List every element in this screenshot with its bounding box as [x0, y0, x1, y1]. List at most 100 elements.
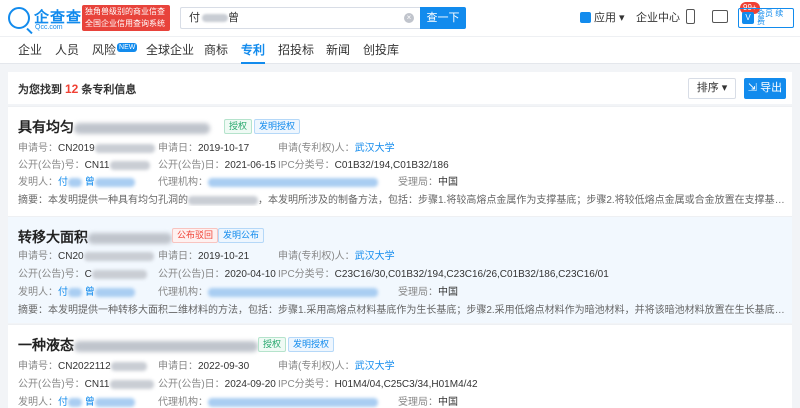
- nav-item-global[interactable]: 全球企业: [146, 37, 194, 64]
- patent-card[interactable]: 转移大面积 公布驳回 发明公布 申请号：CN20 申请日：2019-10-21 …: [8, 216, 792, 323]
- office: 中国: [438, 397, 458, 408]
- status-tag: 公布驳回: [172, 228, 219, 243]
- vip-button[interactable]: V 会员 续费: [738, 8, 794, 28]
- abstract-label: 摘要：: [18, 195, 48, 206]
- blur: [68, 177, 82, 187]
- nav-item-risk[interactable]: 风险 NEW: [92, 37, 138, 64]
- abstract-text-2: ，本发明所涉及的制备方法，包括：步骤1.将较高熔点金属作为支撑基底；步骤2.将较…: [258, 195, 788, 206]
- office-label: 受理局：: [398, 287, 438, 298]
- abstract-text: 本发明提供一种转移大面积二维材料的方法，包括：步骤1.采用高熔点材料基底作为生长…: [48, 305, 788, 316]
- title-blur: [74, 122, 210, 134]
- blur: [188, 195, 258, 205]
- nav-item-vc[interactable]: 创投库: [363, 37, 399, 64]
- blur: [68, 287, 82, 297]
- inventor-link[interactable]: 曾: [85, 397, 95, 408]
- blur: [91, 269, 147, 279]
- agency-label: 代理机构：: [158, 287, 208, 298]
- export-label: 导出: [760, 82, 783, 94]
- patent-card[interactable]: 具有均匀 授权 发明授权 申请号：CN2019 申请日：2019-10-17 申…: [8, 106, 792, 216]
- applicant-label: 申请(专利权)人：: [278, 143, 355, 154]
- office-label: 受理局：: [398, 397, 438, 408]
- type-tag: 发明授权: [254, 119, 301, 134]
- patent-title[interactable]: 具有均匀: [18, 117, 210, 137]
- applicant-link[interactable]: 武汉大学: [355, 251, 395, 262]
- result-prefix: 为您找到: [18, 84, 62, 96]
- vip-icon: V: [742, 12, 754, 24]
- export-button[interactable]: ⇲ 导出: [744, 78, 786, 99]
- pub-no-label: 公开(公告)号：: [18, 379, 85, 390]
- applicant-link[interactable]: 武汉大学: [355, 361, 395, 372]
- blur: [94, 397, 135, 407]
- nav-item-patent[interactable]: 专利: [241, 37, 266, 64]
- top-header: 企查查 Qcc.com 独角兽级别的商业信查 全国企业信用查询系统 付曾 × 查…: [0, 0, 800, 36]
- patent-title-text: 转移大面积: [18, 229, 88, 245]
- applicant-link[interactable]: 武汉大学: [355, 143, 395, 154]
- blur: [68, 397, 82, 407]
- agency-label: 代理机构：: [158, 177, 208, 188]
- pub-no: C: [84, 269, 92, 280]
- ipc-label: IPC分类号：: [278, 379, 335, 390]
- abstract: 摘要：本发明提供一种具有均匀孔洞的 ，本发明所涉及的制备方法，包括：步骤1.将较高…: [18, 191, 788, 206]
- nav-item-enterprise[interactable]: 企业: [18, 37, 42, 64]
- logo-subtext: Qcc.com: [35, 24, 63, 31]
- message-icon[interactable]: [712, 10, 728, 23]
- agency-blur[interactable]: [208, 177, 378, 187]
- agency-blur[interactable]: [208, 397, 378, 407]
- sort-label: 排序: [696, 82, 719, 94]
- inventor-label: 发明人：: [18, 177, 58, 188]
- pub-no: CN11: [84, 379, 110, 390]
- patent-title-text: 具有均匀: [18, 119, 74, 135]
- app-no-label: 申请号：: [18, 143, 58, 154]
- app-date: 2022-09-30: [198, 361, 250, 372]
- nav-item-trademark[interactable]: 商标: [204, 37, 228, 64]
- search-value-tail: 曾: [228, 12, 239, 24]
- app-no: CN2019: [58, 143, 95, 154]
- inventor-label: 发明人：: [18, 397, 58, 408]
- enterprise-center-link[interactable]: 企业中心: [636, 9, 680, 27]
- nav-item-bidding[interactable]: 招投标: [278, 37, 314, 64]
- sort-button[interactable]: 排序 ▾: [688, 78, 736, 99]
- nav-item-person[interactable]: 人员: [55, 37, 79, 64]
- phone-icon[interactable]: [686, 9, 695, 24]
- inventor-link[interactable]: 曾: [85, 177, 95, 188]
- pub-date-label: 公开(公告)日：: [158, 160, 225, 171]
- search-input[interactable]: 付 曾 ×: [180, 7, 420, 29]
- patent-title[interactable]: 转移大面积: [18, 227, 172, 247]
- blur: [94, 143, 155, 153]
- inventor-link[interactable]: 付: [58, 287, 68, 298]
- patent-card[interactable]: 一种液态 授权 发明授权 申请号：CN2022112 申请日：2022-09-3…: [8, 324, 792, 408]
- abstract-label: 摘要：: [18, 305, 48, 316]
- app-no: CN2022112: [58, 361, 111, 372]
- applicant-label: 申请(专利权)人：: [278, 251, 355, 262]
- app-menu-button[interactable]: 应用 ▾: [580, 9, 625, 27]
- pub-date-label: 公开(公告)日：: [158, 379, 225, 390]
- nav-item-news[interactable]: 新闻: [326, 37, 350, 64]
- logo-icon[interactable]: [8, 7, 30, 29]
- nav-risk-label: 风险: [92, 43, 117, 57]
- pub-date: 2021-06-15: [224, 160, 276, 171]
- app-no-label: 申请号：: [18, 361, 58, 372]
- inventor-link[interactable]: 付: [58, 177, 68, 188]
- ipc-codes: H01M4/04,C25C3/34,H01M4/42: [334, 379, 478, 390]
- abstract-text: 本发明提供一种具有均匀孔洞的: [48, 195, 188, 206]
- result-number: 12: [65, 82, 79, 96]
- ipc-label: IPC分类号：: [278, 269, 335, 280]
- patent-title[interactable]: 一种液态: [18, 335, 258, 355]
- agency-blur[interactable]: [208, 287, 378, 297]
- result-count: 为您找到 12 条专利信息: [18, 81, 136, 97]
- ipc-codes: C01B32/194,C01B32/186: [334, 160, 449, 171]
- inventor-link[interactable]: 付: [58, 397, 68, 408]
- inventor-link[interactable]: 曾: [85, 287, 95, 298]
- office: 中国: [438, 287, 458, 298]
- agency-label: 代理机构：: [158, 397, 208, 408]
- office-label: 受理局：: [398, 177, 438, 188]
- ipc-label: IPC分类号：: [278, 160, 335, 171]
- pub-no-label: 公开(公告)号：: [18, 160, 85, 171]
- clear-icon[interactable]: ×: [404, 13, 414, 23]
- blur: [94, 287, 135, 297]
- search-blur: [202, 14, 228, 23]
- pub-no-label: 公开(公告)号：: [18, 269, 85, 280]
- pub-date: 2024-09-20: [224, 379, 276, 390]
- search-button[interactable]: 查一下: [420, 7, 466, 29]
- blur: [109, 160, 150, 170]
